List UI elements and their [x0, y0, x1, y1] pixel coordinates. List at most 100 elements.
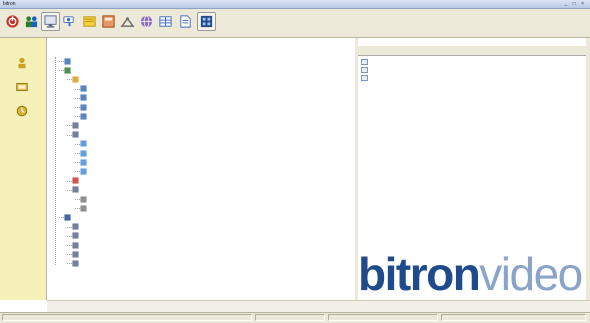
tree-node[interactable]	[72, 186, 81, 194]
tree-node[interactable]	[80, 103, 89, 111]
tree-node[interactable]	[80, 112, 89, 120]
camera-icon	[63, 16, 74, 27]
monitor-icon	[80, 168, 87, 175]
vertical-scrollbar[interactable]	[586, 38, 590, 300]
monitor-icon	[80, 159, 87, 166]
tree-node[interactable]	[80, 140, 89, 148]
relay-icon	[80, 205, 87, 212]
device-icon	[72, 251, 79, 258]
toolbar	[0, 9, 590, 38]
tree-connector	[67, 189, 72, 191]
tree-connector	[75, 199, 80, 200]
device-icon	[72, 122, 79, 129]
tools-icon	[120, 17, 135, 27]
rail-item-events[interactable]	[8, 104, 36, 119]
users-button[interactable]	[22, 12, 41, 31]
pc-icon	[64, 57, 71, 65]
tree-connector	[67, 125, 72, 127]
device-icon	[72, 232, 79, 239]
tools-button[interactable]	[118, 12, 137, 31]
book-button[interactable]	[99, 12, 118, 31]
tree-connector	[75, 171, 80, 173]
status-bar	[0, 312, 590, 323]
tree-node[interactable]	[80, 204, 89, 212]
rail-item-users[interactable]	[8, 56, 36, 71]
tree-node[interactable]	[72, 75, 81, 83]
list-item[interactable]	[361, 58, 370, 65]
tree-node[interactable]	[80, 85, 89, 93]
power-icon	[6, 15, 19, 28]
device-icon	[72, 186, 79, 193]
device-icon	[72, 241, 79, 249]
list-item[interactable]	[361, 74, 370, 81]
title-bar: bitron _ □ ×	[0, 0, 590, 9]
tree-connector	[59, 217, 64, 219]
monitor-button[interactable]	[41, 12, 60, 31]
tree-connector	[67, 79, 72, 81]
rail-item-devices[interactable]	[8, 80, 36, 95]
tree-node[interactable]	[72, 121, 81, 129]
tree-node[interactable]	[64, 57, 73, 65]
status-panel-2	[255, 314, 325, 321]
horizontal-scrollbar[interactable]	[47, 300, 590, 312]
tree-pane[interactable]	[47, 38, 355, 300]
config-icon	[200, 15, 213, 28]
tree-node[interactable]	[72, 259, 81, 267]
tree-connector	[75, 97, 80, 99]
tree-node[interactable]	[80, 195, 89, 203]
tree-node[interactable]	[64, 213, 73, 221]
camera-icon	[80, 85, 87, 92]
tree-node[interactable]	[72, 177, 81, 185]
tree-node[interactable]	[80, 158, 89, 166]
status-panel-main	[2, 314, 252, 321]
camera-icon	[80, 113, 87, 120]
window-controls[interactable]: _ □ ×	[565, 1, 587, 7]
map-icon	[64, 214, 71, 221]
tree-node[interactable]	[80, 149, 89, 157]
list-icon	[361, 58, 368, 65]
logo-part-video: video	[479, 248, 583, 300]
folder-icon	[72, 76, 79, 83]
network-icon	[64, 67, 71, 74]
grid-button[interactable]	[156, 12, 175, 31]
tree-node[interactable]	[72, 241, 81, 249]
tree-node[interactable]	[64, 66, 73, 74]
tree-connector	[67, 235, 72, 237]
tree-node[interactable]	[80, 167, 89, 175]
device-icon	[72, 260, 79, 267]
tree-node[interactable]	[72, 232, 81, 240]
globe-icon	[140, 15, 153, 28]
event-icon	[16, 105, 28, 117]
list-icon	[361, 74, 368, 81]
left-rail	[0, 38, 47, 300]
list-icon	[361, 66, 368, 73]
tree-node[interactable]	[72, 223, 81, 231]
list-item[interactable]	[361, 66, 370, 73]
globe-button[interactable]	[137, 12, 156, 31]
camera-button[interactable]	[60, 12, 79, 31]
relay-icon	[80, 195, 87, 203]
folder-icon	[83, 16, 96, 27]
tree-connector	[59, 70, 64, 72]
tree-node[interactable]	[80, 94, 89, 102]
group-icon	[18, 57, 26, 69]
brand-logo: bitronvideo	[358, 248, 586, 300]
tree-connector	[75, 116, 80, 118]
window-title: bitron	[3, 1, 16, 7]
tree-connector	[75, 162, 80, 164]
grid-icon	[159, 16, 172, 27]
monitor-icon	[80, 140, 87, 147]
folder-button[interactable]	[80, 12, 99, 31]
detail-header	[358, 46, 586, 56]
camera-icon	[80, 94, 87, 101]
tree-node[interactable]	[72, 131, 81, 139]
device-icon	[16, 83, 28, 91]
device-icon	[72, 131, 79, 138]
document-button[interactable]	[176, 12, 195, 31]
config-button[interactable]	[197, 12, 216, 31]
tree-node[interactable]	[72, 250, 81, 258]
status-panel-4	[441, 314, 586, 321]
exit-button[interactable]	[3, 12, 22, 31]
tree-connector	[67, 180, 72, 182]
tree-connector	[59, 61, 64, 62]
